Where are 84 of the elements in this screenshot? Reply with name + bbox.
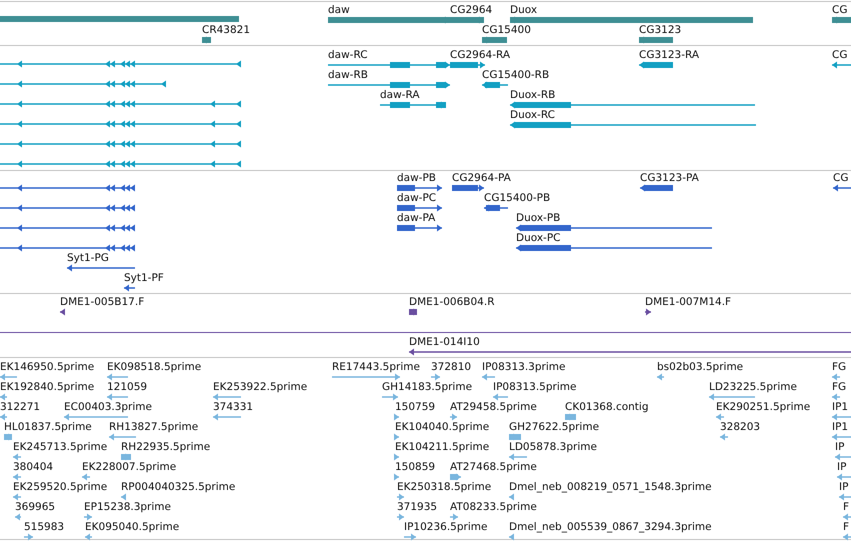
feature-label: CG2964-RA — [450, 49, 510, 61]
feature-label: EK259520.5prime — [13, 481, 108, 493]
feature-label: DME1-005B17.F — [60, 296, 144, 308]
feature-label: 374331 — [213, 401, 254, 413]
feature-label: CG2964-PA — [452, 172, 511, 184]
feature-label: AT29458.5prime — [450, 401, 537, 413]
feature-label: Duox-PC — [516, 232, 561, 244]
feature-label: 515983 — [24, 521, 64, 533]
feature-label: F — [843, 521, 850, 533]
feature-label: RP004040325.5prime — [121, 481, 236, 493]
feature-label: AT27468.5prime — [450, 461, 537, 473]
feature-label: EK192840.5prime — [0, 381, 94, 393]
feature-label: Syt1-PF — [124, 272, 164, 284]
feature-label: EK098518.5prime — [107, 361, 202, 373]
feature-label: Duox-RB — [510, 89, 556, 101]
feature-label: Duox-PB — [516, 212, 560, 224]
feature-label: EK290251.5prime — [716, 401, 810, 413]
feature-label: CR43821 — [202, 24, 250, 36]
feature-label: 371935 — [397, 501, 438, 513]
feature-label: 372810 — [431, 361, 472, 373]
feature-label: GH27622.5prime — [509, 421, 600, 433]
feature-label: DME1-006B04.R — [409, 296, 494, 308]
feature-label: 150859 — [395, 461, 436, 473]
feature-label: CG15400-RB — [482, 69, 550, 81]
feature-label: IP1 — [832, 401, 848, 413]
feature-label: RH13827.5prime — [109, 421, 198, 433]
feature-label: CG — [832, 4, 848, 16]
feature-label: IP — [835, 441, 844, 453]
feature-label: EC00403.3prime — [64, 401, 152, 413]
feature-label: Duox — [510, 4, 538, 16]
feature-label: daw-RA — [380, 89, 420, 101]
feature-label: CG3123-RA — [639, 49, 700, 61]
feature-label: Dmel_neb_008219_0571_1548.3prime — [509, 481, 712, 493]
feature-label: 121059 — [107, 381, 148, 393]
feature-label: RE17443.5prime — [332, 361, 420, 373]
feature-label: IP — [837, 461, 846, 473]
feature-label: CK01368.contig — [565, 401, 649, 413]
feature-label: daw-PC — [397, 192, 436, 204]
feature-label: 380404 — [13, 461, 54, 473]
feature-label: EK250318.5prime — [397, 481, 492, 493]
feature-label: LD05878.3prime — [509, 441, 597, 453]
feature-label: IP — [839, 481, 848, 493]
feature-label: EK095040.5prime — [85, 521, 180, 533]
feature-label: IP08313.3prime — [482, 361, 566, 373]
feature-label: CG3123 — [639, 24, 682, 36]
feature-label: EK253922.5prime — [213, 381, 308, 393]
feature-label: FG — [832, 381, 846, 393]
feature-label: HL01837.5prime — [4, 421, 92, 433]
feature-label: daw — [328, 4, 350, 16]
feature-label: EK245713.5prime — [13, 441, 108, 453]
feature-label: CG — [833, 172, 848, 184]
feature-label: 369965 — [15, 501, 56, 513]
feature-label: EP15238.3prime — [84, 501, 171, 513]
feature-label: CG — [832, 49, 848, 61]
feature-label: Dmel_neb_005539_0867_3294.3prime — [509, 521, 712, 533]
feature-label: Duox-RC — [510, 109, 555, 121]
feature-label: IP1 — [832, 421, 848, 433]
feature-label: bs02b03.5prime — [657, 361, 744, 373]
feature-label: Syt1-PG — [67, 252, 109, 264]
feature-label: EK104211.5prime — [395, 441, 490, 453]
feature-label: 312271 — [0, 401, 40, 413]
feature-label: CG15400 — [482, 24, 531, 36]
feature-label: EK104040.5prime — [395, 421, 490, 433]
feature-label: FG — [832, 361, 846, 373]
feature-label: CG15400-PB — [484, 192, 550, 204]
feature-label: AT08233.5prime — [450, 501, 537, 513]
feature-label: GH14183.5prime — [382, 381, 472, 393]
feature-label: DME1-007M14.F — [645, 296, 732, 308]
feature-label: IP10236.5prime — [404, 521, 488, 533]
feature-label: 328203 — [720, 421, 760, 433]
feature-label: LD23225.5prime — [709, 381, 797, 393]
feature-label: daw-RC — [328, 49, 368, 61]
feature-label: EK146950.5prime — [0, 361, 94, 373]
feature-label: IP08313.5prime — [493, 381, 576, 393]
feature-label: F — [843, 501, 850, 513]
feature-label: daw-PB — [397, 172, 436, 184]
feature-label: CG3123-PA — [640, 172, 699, 184]
feature-label: daw-RB — [328, 69, 368, 81]
feature-label: 150759 — [395, 401, 436, 413]
feature-label: CG2964 — [450, 4, 492, 16]
feature-label: EK228007.5prime — [82, 461, 176, 473]
feature-label: DME1-014I10 — [409, 336, 480, 348]
feature-label: RH22935.5prime — [121, 441, 210, 453]
feature-label: daw-PA — [397, 212, 436, 224]
